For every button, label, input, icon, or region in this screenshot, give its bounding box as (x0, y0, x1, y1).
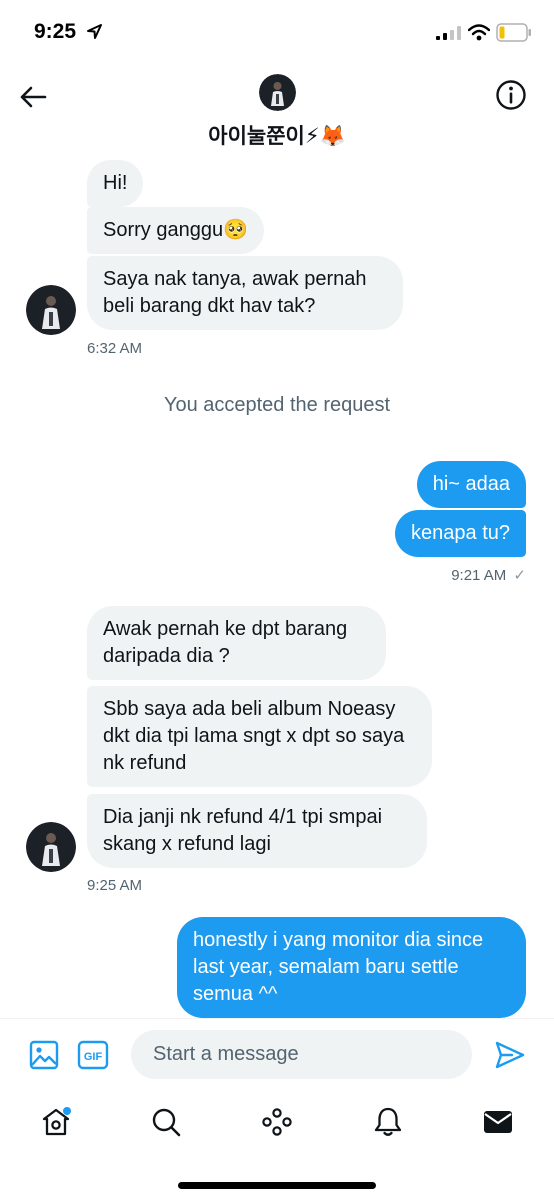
bell-icon (374, 1107, 402, 1136)
home-icon (42, 1107, 71, 1136)
send-icon[interactable] (494, 1040, 526, 1070)
message-bubble-received[interactable]: Dia janji nk refund 4/1 tpi smpai skang … (87, 794, 427, 868)
avatar[interactable] (26, 822, 76, 872)
status-bar: 9:25 (0, 0, 554, 66)
avatar[interactable] (259, 74, 296, 111)
avatar[interactable] (26, 285, 76, 335)
spaces-icon (262, 1108, 292, 1136)
battery-icon (496, 23, 531, 42)
conversation-header: 아이눌쭌이⚡🦊 (0, 66, 554, 162)
tab-notifications[interactable] (372, 1106, 404, 1138)
status-time: 9:25 (34, 20, 77, 43)
search-icon (152, 1108, 181, 1137)
message-bubble-received[interactable]: Hi! (87, 160, 144, 207)
message-input[interactable] (131, 1030, 472, 1079)
message-timestamp: 6:32 AM (87, 340, 143, 357)
message-composer: GIF (0, 1018, 554, 1090)
system-message: You accepted the request (163, 394, 391, 416)
message-bubble-received[interactable]: Sorry ganggu🥺 (87, 207, 264, 254)
notification-badge (63, 1107, 71, 1115)
message-bubble-received[interactable]: Awak pernah ke dpt barang daripada dia ? (87, 606, 386, 680)
envelope-icon (484, 1111, 512, 1133)
tab-search[interactable] (150, 1106, 182, 1138)
message-bubble-sent[interactable]: kenapa tu? (395, 510, 526, 557)
message-list[interactable]: Hi! Sorry ganggu🥺 Saya nak tanya, awak p… (0, 150, 554, 1018)
message-timestamp: 9:25 AM (87, 877, 143, 894)
location-arrow-icon (87, 24, 102, 39)
wifi-icon (468, 24, 490, 41)
cellular-signal-icon (436, 26, 461, 40)
message-bubble-sent[interactable]: honestly i yang monitor dia since last y… (177, 917, 526, 1018)
home-indicator[interactable] (178, 1182, 376, 1189)
tab-messages[interactable] (482, 1106, 514, 1138)
sent-check-icon: ✓ (513, 567, 526, 584)
message-timestamp: 9:21 AM (451, 567, 507, 584)
gif-label: GIF (84, 1051, 103, 1063)
message-bubble-sent[interactable]: hi~ adaa (416, 461, 526, 508)
message-timestamp-row: 9:21 AM ✓ (451, 566, 526, 584)
contact-name[interactable]: 아이눌쭌이⚡🦊 (0, 120, 554, 150)
message-bubble-received[interactable]: Sbb saya ada beli album Noeasy dkt dia t… (87, 686, 432, 787)
tab-bar (0, 1090, 554, 1200)
image-icon[interactable] (29, 1040, 59, 1070)
message-bubble-received[interactable]: Saya nak tanya, awak pernah beli barang … (87, 256, 403, 330)
info-icon[interactable] (495, 79, 527, 111)
tab-spaces[interactable] (261, 1106, 293, 1138)
back-arrow-icon[interactable] (18, 82, 48, 112)
tab-home[interactable] (40, 1106, 72, 1138)
gif-icon[interactable]: GIF (77, 1040, 109, 1070)
